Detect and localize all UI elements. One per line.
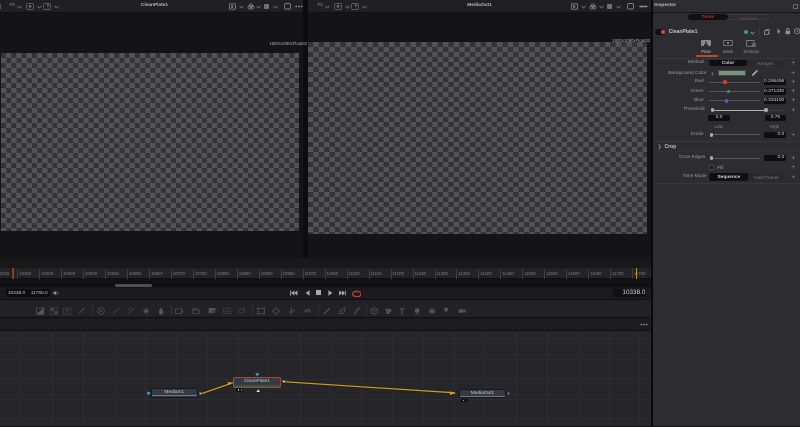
- svg-text:T: T: [66, 309, 70, 315]
